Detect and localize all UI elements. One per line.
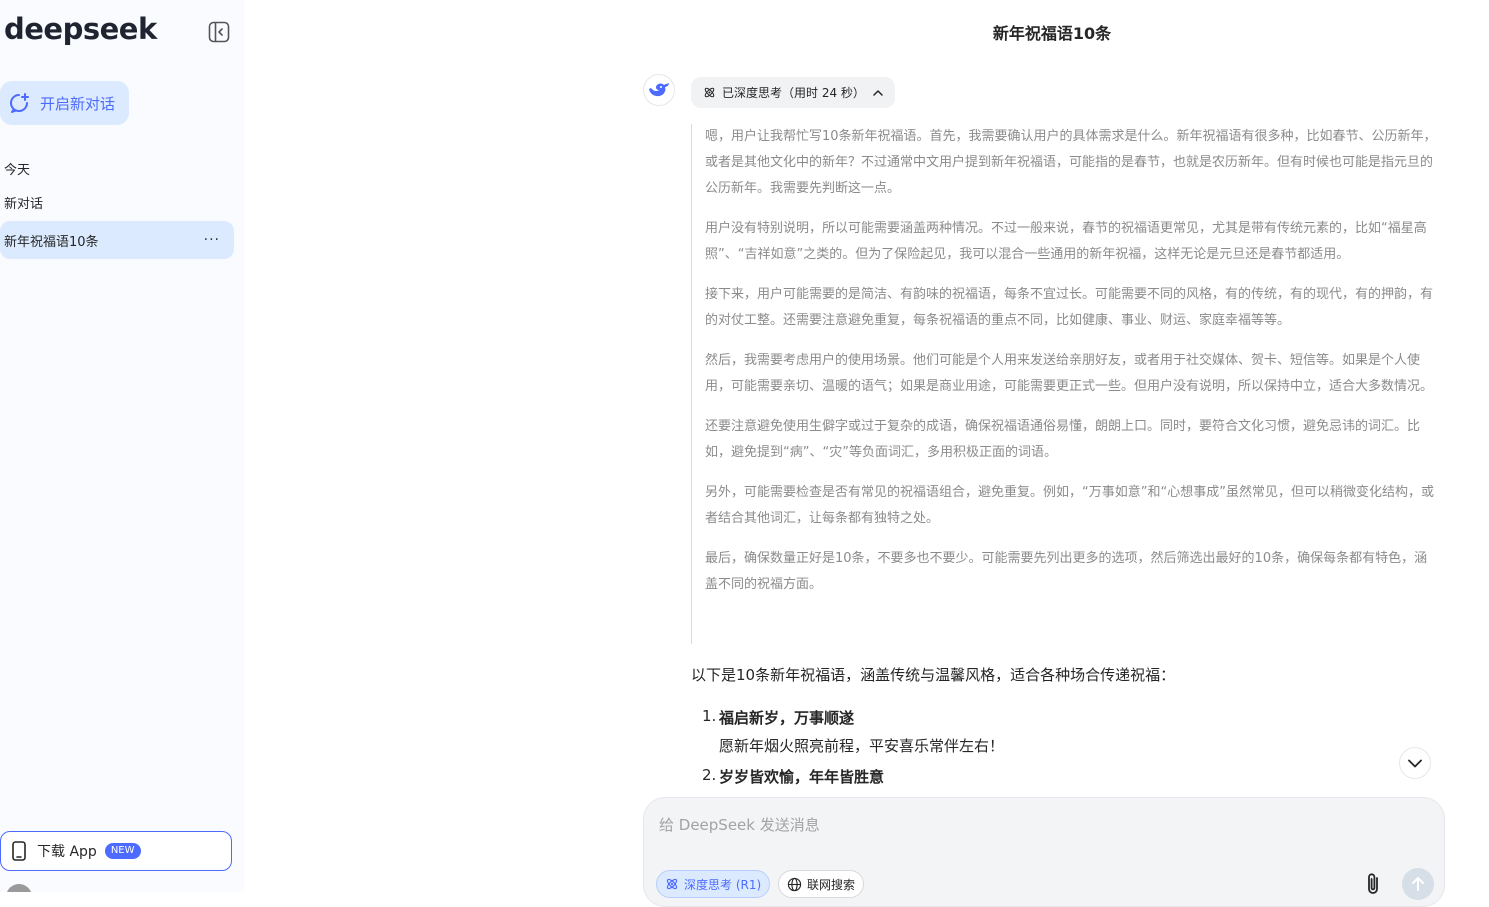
answer-intro: 以下是10条新年祝福语，涵盖传统与温馨风格，适合各种场合传递祝福：: [691, 666, 1176, 684]
thinking-content: 嗯，用户让我帮忙写10条新年祝福语。首先，我需要确认用户的具体需求是什么。新年祝…: [691, 124, 1439, 644]
globe-icon: [787, 877, 802, 891]
user-avatar[interactable]: [6, 884, 32, 892]
download-app-label: 下载 App: [37, 844, 97, 860]
deepseek-logo: deepseek: [4, 12, 157, 46]
web-search-label: 联网搜索: [807, 877, 856, 892]
thinking-paragraph: 用户没有特别说明，所以可能需要涵盖两种情况。不过一般来说，春节的祝福语更常见，尤…: [705, 221, 1427, 262]
paperclip-icon[interactable]: [1364, 872, 1384, 900]
conversation-title: 新年祝福语10条: [992, 24, 1112, 43]
list-item-number: 1.: [702, 707, 717, 725]
new-badge: NEW: [104, 843, 141, 859]
message-input[interactable]: [657, 812, 1361, 838]
thinking-paragraph: 还要注意避免使用生僻字或过于复杂的成语，确保祝福语通俗易懂，朗朗上口。同时，要符…: [705, 419, 1421, 460]
whale-logo-icon: [643, 74, 675, 106]
atom-icon: [704, 87, 715, 98]
list-item-title: 岁岁皆欢愉，年年皆胜意: [719, 768, 885, 786]
list-item-body: 愿新年烟火照亮前程，平安喜乐常伴左右！: [719, 737, 1005, 755]
new-chat-label: 开启新对话: [40, 94, 116, 113]
thinking-paragraph: 最后，确保数量正好是10条，不要多也不要少。可能需要先列出更多的选项，然后筛选出…: [705, 551, 1428, 592]
collapse-sidebar-icon[interactable]: [208, 21, 230, 43]
chevron-down-icon: [1408, 759, 1422, 767]
conversation-label: 新对话: [4, 196, 44, 212]
conversation-label: 新年祝福语10条: [4, 234, 99, 250]
chevron-up-icon: [873, 90, 883, 96]
conversation-item[interactable]: 新对话: [0, 183, 234, 221]
deep-think-label: 深度思考 (R1): [684, 877, 762, 892]
thinking-paragraph: 然后，我需要考虑用户的使用场景。他们可能是个人用来发送给亲朋好友，或者用于社交媒…: [705, 353, 1434, 394]
conversation-item-active[interactable]: 新年祝福语10条 ···: [0, 221, 234, 259]
deep-think-toggle[interactable]: 深度思考 (R1): [656, 870, 771, 898]
thinking-paragraph: 嗯，用户让我帮忙写10条新年祝福语。首先，我需要确认用户的具体需求是什么。新年祝…: [705, 129, 1437, 196]
new-chat-button[interactable]: 开启新对话: [0, 81, 129, 125]
thinking-toggle[interactable]: 已深度思考（用时 24 秒）: [691, 77, 895, 108]
list-item-title: 福启新岁，万事顺遂: [719, 709, 855, 727]
section-today: 今天: [4, 163, 31, 178]
thinking-paragraph: 接下来，用户可能需要的是简洁、有韵味的祝福语，每条不宜过长。可能需要不同的风格，…: [705, 287, 1434, 328]
download-app-button[interactable]: 下载 App NEW: [0, 831, 232, 871]
scroll-to-bottom-button[interactable]: [1399, 747, 1431, 779]
more-options-icon[interactable]: ···: [204, 232, 220, 248]
phone-icon: [12, 841, 26, 861]
thinking-paragraph: 另外，可能需要检查是否有常见的祝福语组合，避免重复。例如，“万事如意”和“心想事…: [705, 485, 1434, 526]
thinking-chip-label: 已深度思考（用时 24 秒）: [722, 86, 865, 100]
atom-icon: [666, 878, 678, 890]
new-chat-icon: [10, 93, 29, 113]
message-composer: 深度思考 (R1) 联网搜索: [643, 797, 1445, 907]
arrow-up-icon: [1412, 877, 1424, 891]
web-search-toggle[interactable]: 联网搜索: [778, 870, 865, 898]
list-item-number: 2.: [702, 766, 717, 784]
send-button[interactable]: [1402, 868, 1434, 900]
sidebar: deepseek 开启新对话 今天 新对话 新年祝福语10条 ··· 下载 Ap…: [0, 0, 244, 892]
